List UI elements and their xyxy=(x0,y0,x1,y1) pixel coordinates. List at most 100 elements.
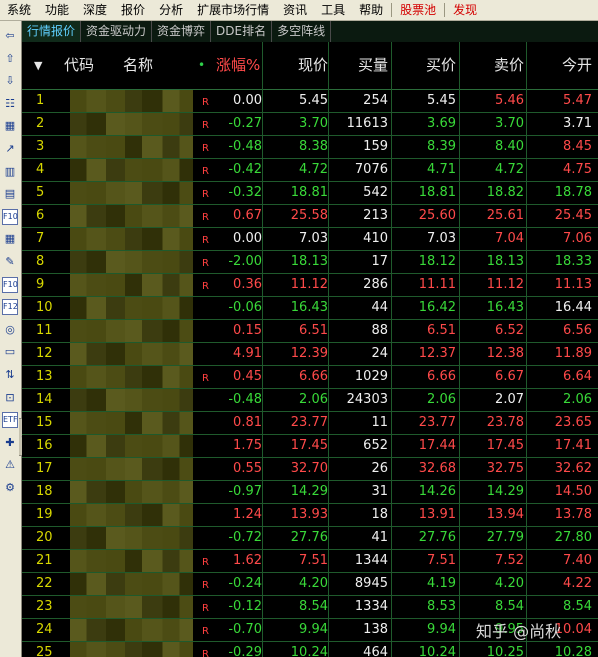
tab-4[interactable]: 多空阵线 xyxy=(272,21,332,42)
table-row[interactable]: 21 R 1.62 7.51 1344 7.51 7.52 7.40 xyxy=(22,550,598,573)
table-row[interactable]: 19 1.24 13.93 18 13.91 13.94 13.78 xyxy=(22,504,598,527)
tab-1[interactable]: 资金驱动力 xyxy=(81,21,153,42)
sort-toggle-icon[interactable]: ▼ xyxy=(34,42,42,89)
redacted-name-cell xyxy=(125,113,193,135)
cell-open: 5.47 xyxy=(563,93,592,108)
menu-item-9[interactable]: 股票池 xyxy=(393,0,443,20)
redacted-name-cell xyxy=(125,504,193,526)
cell-ask: 2.07 xyxy=(495,392,524,407)
table-icon[interactable]: ▦ xyxy=(2,118,18,134)
table-row[interactable]: 6 R 0.67 25.58 213 25.60 25.61 25.45 xyxy=(22,205,598,228)
table-row[interactable]: 18 -0.97 14.29 31 14.26 14.29 14.50 xyxy=(22,481,598,504)
candlestick-icon[interactable]: ▤ xyxy=(2,186,18,202)
column-header-code[interactable]: 代码 xyxy=(64,42,94,89)
cell-price: 10.24 xyxy=(290,645,328,657)
table-row[interactable]: 14 -0.48 2.06 24303 2.06 2.07 2.06 xyxy=(22,389,598,412)
gear-icon[interactable]: ⚙ xyxy=(2,480,18,496)
redacted-name-cell xyxy=(125,205,193,227)
table-row[interactable]: 1 R 0.00 5.45 254 5.45 5.46 5.47 xyxy=(22,90,598,113)
tab-0[interactable]: 行情报价 xyxy=(22,21,82,42)
cell-chg: -0.24 xyxy=(228,576,262,591)
cell-open: 8.54 xyxy=(563,599,592,614)
cell-price: 16.43 xyxy=(290,300,328,315)
redacted-name-cell xyxy=(125,596,193,618)
warning-icon[interactable]: ⚠ xyxy=(2,457,18,473)
table-row[interactable]: 3 R -0.48 8.38 159 8.39 8.40 8.45 xyxy=(22,136,598,159)
folder-icon[interactable]: ▭ xyxy=(2,344,18,360)
kline-chart-icon[interactable]: ▥ xyxy=(2,164,18,180)
table-row[interactable]: 17 0.55 32.70 26 32.68 32.75 32.62 xyxy=(22,458,598,481)
column-header-ask[interactable]: 卖价 xyxy=(462,42,524,89)
menu-item-4[interactable]: 分析 xyxy=(152,0,190,20)
column-header-bid[interactable]: 买价 xyxy=(394,42,456,89)
f12-icon[interactable]: F12 xyxy=(2,299,18,316)
table-row[interactable]: 10 -0.06 16.43 44 16.42 16.43 16.44 xyxy=(22,297,598,320)
cell-vol: 8945 xyxy=(354,576,388,591)
menu-item-10[interactable]: 发现 xyxy=(446,0,484,20)
cell-bid: 2.06 xyxy=(427,392,456,407)
menu-item-3[interactable]: 报价 xyxy=(114,0,152,20)
sort-icon[interactable]: ⇅ xyxy=(2,367,18,383)
f10-doc-icon[interactable]: F10 xyxy=(2,276,18,293)
table-row[interactable]: 4 R -0.42 4.72 7076 4.71 4.72 4.75 xyxy=(22,159,598,182)
menu-item-5[interactable]: 扩展市场行情 xyxy=(190,0,276,20)
up-arrow-icon[interactable]: ⇧ xyxy=(2,51,18,67)
table-row[interactable]: 16 1.75 17.45 652 17.44 17.45 17.41 xyxy=(22,435,598,458)
cell-open: 7.40 xyxy=(563,553,592,568)
menu-item-0[interactable]: 系统 xyxy=(0,0,38,20)
cell-ask: 7.04 xyxy=(495,231,524,246)
circle-icon[interactable]: ◎ xyxy=(2,322,18,338)
cell-open: 6.64 xyxy=(563,369,592,384)
table-row[interactable]: 12 4.91 12.39 24 12.37 12.38 11.89 xyxy=(22,343,598,366)
cell-ask: 27.79 xyxy=(486,530,524,545)
tab-3[interactable]: DDE排名 xyxy=(211,21,273,42)
column-header-open[interactable]: 今开 xyxy=(530,42,592,89)
table-row[interactable]: 20 -0.72 27.76 41 27.76 27.79 27.80 xyxy=(22,527,598,550)
cell-ask: 11.12 xyxy=(486,277,524,292)
cell-ask: 23.78 xyxy=(486,415,524,430)
table-row[interactable]: 7 R 0.00 7.03 410 7.03 7.04 7.06 xyxy=(22,228,598,251)
line-chart-icon[interactable]: ↗ xyxy=(2,141,18,157)
table-row[interactable]: 22 R -0.24 4.20 8945 4.19 4.20 4.22 xyxy=(22,573,598,596)
redacted-code-cell xyxy=(70,366,125,388)
redacted-code-cell xyxy=(70,412,125,434)
table-row[interactable]: 8 R -2.00 18.13 17 18.12 18.13 18.33 xyxy=(22,251,598,274)
cell-ask: 18.13 xyxy=(486,254,524,269)
f10-icon[interactable]: F10 xyxy=(2,208,18,225)
redacted-code-cell xyxy=(70,205,125,227)
back-arrow-icon[interactable]: ⇦ xyxy=(2,28,18,44)
redacted-name-cell xyxy=(125,389,193,411)
cell-chg: 0.15 xyxy=(233,323,262,338)
table-row[interactable]: 15 0.81 23.77 11 23.77 23.78 23.65 xyxy=(22,412,598,435)
tab-2[interactable]: 资金博弈 xyxy=(152,21,212,42)
menu-item-2[interactable]: 深度 xyxy=(76,0,114,20)
table-row[interactable]: 9 R 0.36 11.12 286 11.11 11.12 11.13 xyxy=(22,274,598,297)
select-icon[interactable]: ⊡ xyxy=(2,390,18,406)
cell-chg: 0.45 xyxy=(233,369,262,384)
quote-list-icon[interactable]: ☷ xyxy=(2,96,18,112)
table-row[interactable]: 11 0.15 6.51 88 6.51 6.52 6.56 xyxy=(22,320,598,343)
cell-bid: 16.42 xyxy=(418,300,456,315)
table-row[interactable]: 2 R -0.27 3.70 11613 3.69 3.70 3.71 xyxy=(22,113,598,136)
redacted-code-cell xyxy=(70,159,125,181)
tool-icon[interactable]: ✚ xyxy=(2,435,18,451)
cell-vol: 88 xyxy=(371,323,388,338)
menu-item-7[interactable]: 工具 xyxy=(314,0,352,20)
menu-item-1[interactable]: 功能 xyxy=(38,0,76,20)
menu-item-6[interactable]: 资讯 xyxy=(276,0,314,20)
down-arrow-icon[interactable]: ⇩ xyxy=(2,73,18,89)
cell-ask: 13.94 xyxy=(486,507,524,522)
table-row[interactable]: 13 R 0.45 6.66 1029 6.66 6.67 6.64 xyxy=(22,366,598,389)
menu-item-8[interactable]: 帮助 xyxy=(352,0,390,20)
note-icon[interactable]: ✎ xyxy=(2,254,18,270)
column-header-volume[interactable]: 买量 xyxy=(332,42,388,89)
table-row[interactable]: 5 R -0.32 18.81 542 18.81 18.82 18.78 xyxy=(22,182,598,205)
table-row[interactable]: 25 R -0.29 10.24 464 10.24 10.25 10.28 xyxy=(22,642,598,657)
column-header-change[interactable]: 涨幅% xyxy=(216,42,262,89)
column-header-name[interactable]: 名称 xyxy=(123,42,153,89)
column-header-price[interactable]: 现价 xyxy=(270,42,328,89)
table-row[interactable]: 23 R -0.12 8.54 1334 8.53 8.54 8.54 xyxy=(22,596,598,619)
grid-icon[interactable]: ▦ xyxy=(2,231,18,247)
etf-icon[interactable]: ETF xyxy=(2,412,18,429)
cell-open: 4.22 xyxy=(563,576,592,591)
